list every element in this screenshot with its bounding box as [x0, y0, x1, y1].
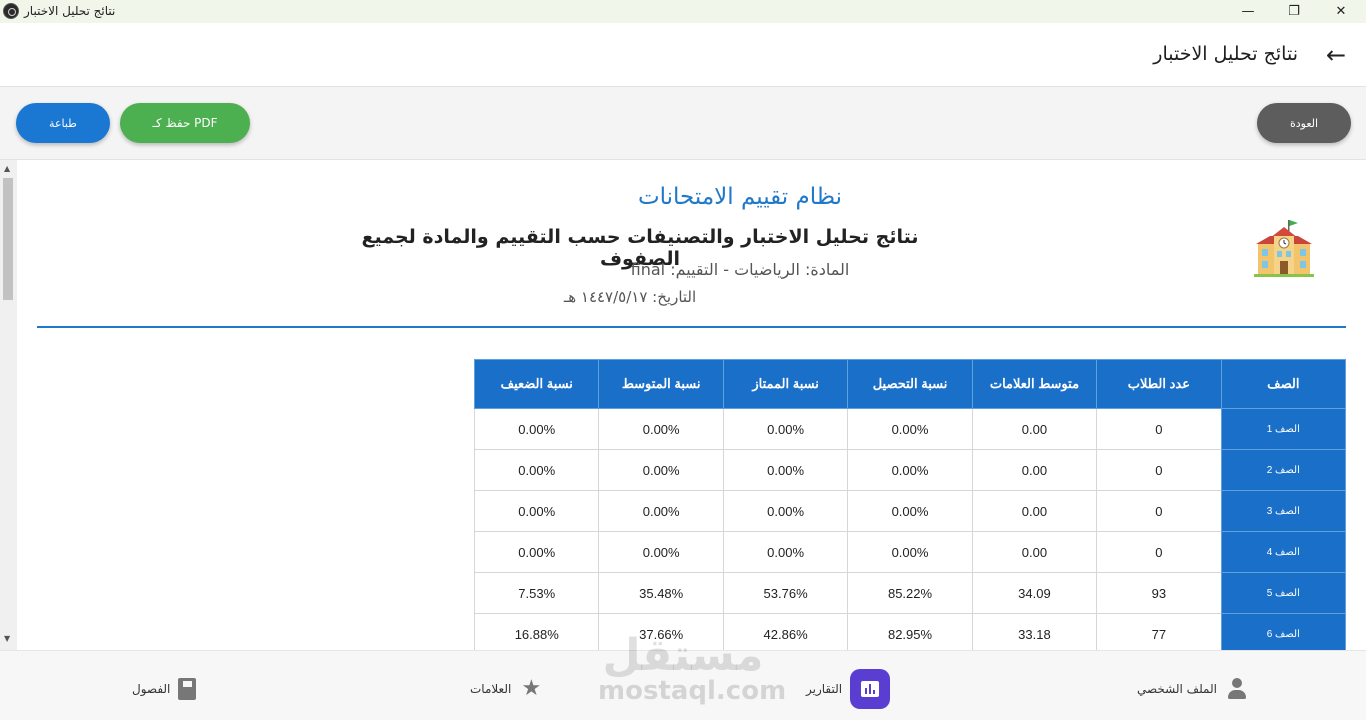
bottom-navigation: الملف الشخصي التقارير ★ العلامات الفصول: [0, 650, 1366, 720]
nav-item-reports[interactable]: التقارير: [806, 669, 891, 709]
table-cell: 0.00%: [598, 531, 724, 573]
school-icon: [1254, 220, 1314, 277]
nav-item-grades[interactable]: ★ العلامات: [470, 669, 543, 709]
table-cell: 0.00%: [722, 490, 849, 532]
book-icon: [178, 678, 197, 700]
table-cell: 0.00%: [847, 408, 973, 450]
table-cell: 0: [1096, 408, 1222, 450]
table-cell: 77: [1096, 613, 1222, 650]
table-cell: 0.00%: [847, 490, 973, 532]
table-cell: 0.00: [971, 531, 1098, 573]
table-cell: 0.00%: [598, 408, 724, 450]
return-button[interactable]: العودة: [1257, 103, 1351, 143]
table-cell: 33.18: [971, 613, 1098, 650]
table-cell: 53.76%: [722, 572, 849, 614]
column-header: نسبة التحصيل: [847, 359, 973, 409]
action-toolbar: طباعة حفظ كـ PDF العودة: [0, 87, 1366, 160]
table-cell: 0.00%: [473, 531, 600, 573]
table-cell: 0.00: [971, 408, 1098, 450]
nav-label: الفصول: [132, 682, 171, 696]
results-table: الصف عدد الطلاب متوسط العلامات نسبة التح…: [473, 359, 1347, 650]
app-header: نتائج تحليل الاختبار ←: [0, 23, 1366, 87]
class-cell: الصف 4: [1220, 531, 1347, 573]
class-cell: الصف 1: [1220, 408, 1347, 450]
report-subject-meta: المادة: الرياضيات - التقييم: final: [630, 260, 850, 279]
table-cell: 0.00: [971, 449, 1098, 491]
table-cell: 0: [1096, 449, 1222, 491]
column-header: الصف: [1220, 359, 1347, 409]
person-icon: [1225, 677, 1249, 701]
table-cell: 0.00%: [722, 531, 849, 573]
table-cell: 7.53%: [473, 572, 600, 614]
table-cell: 0.00%: [722, 408, 849, 450]
table-row: الصف 6 77 33.18 82.95% 42.86% 37.66% 16.…: [473, 613, 1347, 650]
table-row: الصف 3 0 0.00 0.00% 0.00% 0.00% 0.00%: [473, 490, 1347, 532]
window-titlebar: نتائج تحليل الاختبار — ❐ ✕: [0, 0, 1366, 23]
column-header: نسبة المتوسط: [598, 359, 724, 409]
class-cell: الصف 2: [1220, 449, 1347, 491]
table-cell: 0.00%: [847, 531, 973, 573]
report-date: التاريخ: ١٤٤٧/٥/١٧ هـ: [563, 288, 697, 306]
nav-item-profile[interactable]: الملف الشخصي: [1137, 669, 1249, 709]
table-cell: 35.48%: [598, 572, 724, 614]
minimize-button[interactable]: —: [1225, 0, 1271, 23]
table-row: الصف 2 0 0.00 0.00% 0.00% 0.00% 0.00%: [473, 449, 1347, 491]
back-arrow-icon[interactable]: ←: [1320, 39, 1352, 71]
vertical-scrollbar[interactable]: ▲ ▼: [0, 160, 17, 650]
table-row: الصف 4 0 0.00 0.00% 0.00% 0.00% 0.00%: [473, 531, 1347, 573]
window-title: نتائج تحليل الاختبار: [24, 4, 116, 18]
save-pdf-button[interactable]: حفظ كـ PDF: [120, 103, 250, 143]
bar-chart-icon: [850, 669, 891, 709]
table-cell: 0.00%: [598, 449, 724, 491]
table-cell: 34.09: [971, 572, 1098, 614]
table-cell: 0.00%: [473, 490, 600, 532]
table-row: الصف 1 0 0.00 0.00% 0.00% 0.00% 0.00%: [473, 408, 1347, 450]
table-cell: 16.88%: [473, 613, 600, 650]
column-header: نسبة الضعيف: [473, 359, 600, 409]
nav-label: التقارير: [806, 682, 843, 696]
app-logo-icon: [3, 3, 19, 19]
restore-button[interactable]: ❐: [1271, 0, 1317, 23]
table-cell: 37.66%: [598, 613, 724, 650]
nav-item-classes[interactable]: الفصول: [132, 669, 197, 709]
table-cell: 0: [1096, 531, 1222, 573]
nav-label: الملف الشخصي: [1137, 682, 1217, 696]
column-header: متوسط العلامات: [971, 359, 1098, 409]
table-cell: 93: [1096, 572, 1222, 614]
table-cell: 42.86%: [722, 613, 849, 650]
system-title: نظام تقييم الامتحانات: [637, 184, 843, 210]
table-cell: 0.00%: [473, 449, 600, 491]
table-cell: 0.00%: [847, 449, 973, 491]
class-cell: الصف 6: [1220, 613, 1347, 650]
nav-label: العلامات: [470, 682, 512, 696]
table-cell: 0.00: [971, 490, 1098, 532]
table-cell: 82.95%: [847, 613, 973, 650]
table-cell: 0: [1096, 490, 1222, 532]
class-cell: الصف 5: [1220, 572, 1347, 614]
scroll-down-icon[interactable]: ▼: [4, 634, 10, 643]
column-header: نسبة الممتاز: [722, 359, 849, 409]
scroll-up-icon[interactable]: ▲: [4, 164, 10, 173]
class-cell: الصف 3: [1220, 490, 1347, 532]
table-cell: 0.00%: [722, 449, 849, 491]
table-row: الصف 5 93 34.09 85.22% 53.76% 35.48% 7.5…: [473, 572, 1347, 614]
print-button[interactable]: طباعة: [16, 103, 110, 143]
table-cell: 0.00%: [598, 490, 724, 532]
table-cell: 0.00%: [473, 408, 600, 450]
header-divider: [37, 326, 1346, 328]
close-button[interactable]: ✕: [1318, 0, 1364, 23]
star-icon: ★: [521, 676, 542, 701]
column-header: عدد الطلاب: [1096, 359, 1222, 409]
table-cell: 85.22%: [847, 572, 973, 614]
scrollbar-thumb[interactable]: [3, 178, 13, 300]
report-view: ▲ ▼ نظام تقييم الامتحانات نتائج تحليل ال…: [0, 160, 1366, 650]
table-header-row: الصف عدد الطلاب متوسط العلامات نسبة التح…: [473, 359, 1347, 409]
page-title: نتائج تحليل الاختبار: [1153, 43, 1298, 65]
